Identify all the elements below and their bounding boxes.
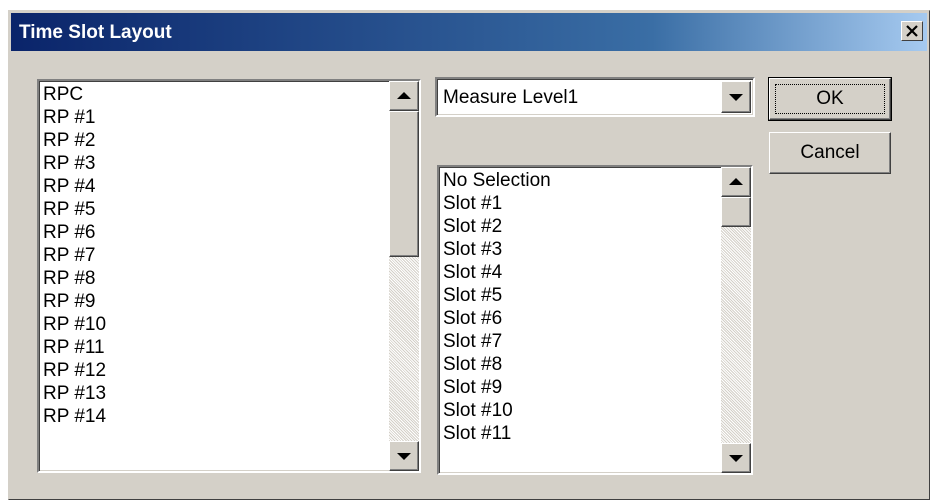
rp-scroll-up-button[interactable] xyxy=(389,81,419,111)
arrow-down-icon xyxy=(729,455,743,462)
rp-list-item[interactable]: RPC xyxy=(43,83,106,106)
close-x-icon xyxy=(906,25,918,37)
rp-list-item[interactable]: RP #4 xyxy=(43,175,106,198)
rp-list-item[interactable]: RP #3 xyxy=(43,152,106,175)
slot-list-box[interactable]: No Selection Slot #1 Slot #2 Slot #3 Slot #4… xyxy=(437,165,753,475)
slot-list-item[interactable]: No Selection xyxy=(443,169,551,192)
rp-list-item[interactable]: RP #5 xyxy=(43,198,106,221)
rp-list-item[interactable]: RP #13 xyxy=(43,382,106,405)
rp-list-item[interactable]: RP #11 xyxy=(43,336,106,359)
slot-list-scrollbar[interactable] xyxy=(721,167,751,473)
slot-list-item[interactable]: Slot #9 xyxy=(443,376,551,399)
measure-level-combo[interactable]: Measure Level1 xyxy=(435,77,755,117)
dialog-title: Time Slot Layout xyxy=(19,22,172,43)
slot-list-item[interactable]: Slot #8 xyxy=(443,353,551,376)
rp-list: RPC RP #1 RP #2 RP #3 RP #4 RP #5 RP #6 RP #7 RP… xyxy=(43,83,106,428)
slot-list-item[interactable]: Slot #3 xyxy=(443,238,551,261)
ok-button[interactable]: OK xyxy=(768,77,892,121)
rp-list-item[interactable]: RP #14 xyxy=(43,405,106,428)
measure-level-dropdown-button[interactable] xyxy=(721,81,751,113)
slot-list-item[interactable]: Slot #5 xyxy=(443,284,551,307)
rp-list-item[interactable]: RP #9 xyxy=(43,290,106,313)
cancel-button[interactable]: Cancel xyxy=(769,132,891,174)
rp-list-item[interactable]: RP #1 xyxy=(43,106,106,129)
time-slot-layout-dialog: Time Slot Layout RPC RP #1 RP #2 RP #3 RP #4… xyxy=(8,10,930,500)
slot-list-item[interactable]: Slot #11 xyxy=(443,422,551,445)
rp-list-item[interactable]: RP #7 xyxy=(43,244,106,267)
slot-scroll-down-button[interactable] xyxy=(721,443,751,473)
slot-list-item[interactable]: Slot #10 xyxy=(443,399,551,422)
rp-list-box[interactable]: RPC RP #1 RP #2 RP #3 RP #4 RP #5 RP #6 RP #7 RP… xyxy=(37,79,421,473)
rp-list-item[interactable]: RP #10 xyxy=(43,313,106,336)
slot-list-item[interactable]: Slot #4 xyxy=(443,261,551,284)
cancel-button-label: Cancel xyxy=(800,142,860,163)
rp-scroll-thumb[interactable] xyxy=(389,111,419,257)
slot-list-item[interactable]: Slot #6 xyxy=(443,307,551,330)
focus-rectangle xyxy=(775,84,885,114)
slot-list-item[interactable]: Slot #7 xyxy=(443,330,551,353)
chevron-down-icon xyxy=(729,94,743,101)
rp-list-item[interactable]: RP #8 xyxy=(43,267,106,290)
arrow-down-icon xyxy=(397,453,411,460)
rp-list-item[interactable]: RP #6 xyxy=(43,221,106,244)
title-bar[interactable]: Time Slot Layout xyxy=(11,13,927,51)
arrow-up-icon xyxy=(729,178,743,185)
arrow-up-icon xyxy=(397,92,411,99)
slot-list-item[interactable]: Slot #2 xyxy=(443,215,551,238)
close-button[interactable] xyxy=(901,21,923,41)
slot-list-item[interactable]: Slot #1 xyxy=(443,192,551,215)
rp-list-item[interactable]: RP #12 xyxy=(43,359,106,382)
rp-list-item[interactable]: RP #2 xyxy=(43,129,106,152)
slot-scroll-thumb[interactable] xyxy=(721,197,751,227)
measure-level-selected: Measure Level1 xyxy=(443,87,579,108)
rp-scroll-down-button[interactable] xyxy=(389,441,419,471)
rp-list-scrollbar[interactable] xyxy=(389,81,419,471)
slot-list: No Selection Slot #1 Slot #2 Slot #3 Slot #4… xyxy=(443,169,551,445)
slot-scroll-up-button[interactable] xyxy=(721,167,751,197)
